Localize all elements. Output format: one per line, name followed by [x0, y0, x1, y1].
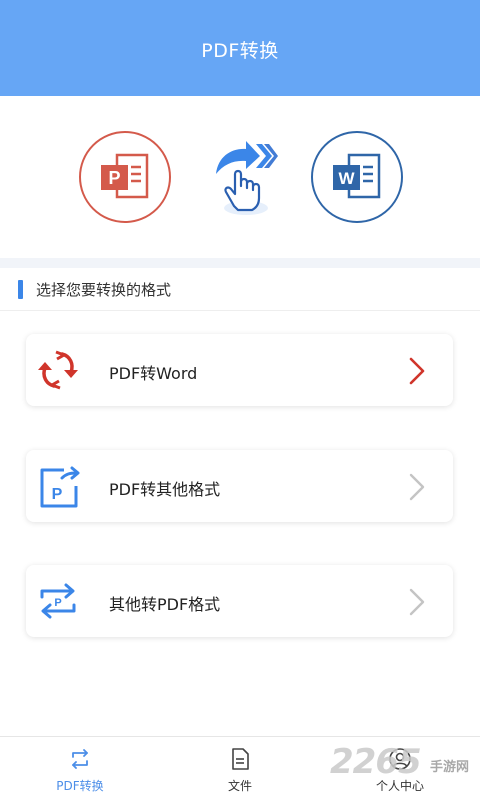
- section-title: 选择您要转换的格式: [36, 281, 172, 299]
- tab-label: PDF转换: [56, 779, 104, 793]
- bottom-tab-bar: PDF转换 文件 个人中心: [0, 736, 480, 801]
- pdf-export-icon: P: [38, 466, 80, 508]
- tap-convert-hand-icon: [206, 136, 278, 220]
- option-label: PDF转其他格式: [109, 480, 221, 499]
- page-title: PDF转换: [201, 39, 279, 62]
- section-divider: [0, 258, 480, 268]
- chevron-right-icon: [407, 472, 427, 502]
- word-letter: W: [338, 169, 355, 188]
- option-other-to-pdf[interactable]: P 其他转PDF格式: [26, 565, 453, 637]
- option-pdf-to-word[interactable]: PDF转Word: [26, 334, 453, 406]
- convert-tab-icon: [68, 747, 92, 771]
- section-header: 选择您要转换的格式: [0, 268, 480, 311]
- hero-banner: P W: [0, 96, 480, 258]
- svg-text:P: P: [52, 486, 63, 503]
- document-icon: [228, 747, 252, 771]
- option-label: 其他转PDF格式: [109, 595, 221, 614]
- tab-label: 文件: [227, 779, 252, 793]
- option-label: PDF转Word: [109, 364, 198, 383]
- tab-profile[interactable]: 个人中心: [340, 737, 460, 801]
- tab-pdf-convert[interactable]: PDF转换: [20, 737, 140, 801]
- refresh-convert-icon: [38, 350, 78, 390]
- powerpoint-icon: P: [79, 131, 171, 223]
- chevron-right-icon: [407, 356, 427, 386]
- app-header: PDF转换: [0, 0, 480, 96]
- option-pdf-to-other[interactable]: P PDF转其他格式: [26, 450, 453, 522]
- tab-label: 个人中心: [375, 779, 424, 793]
- user-icon: [388, 747, 412, 771]
- pdf-swap-icon: P: [38, 581, 78, 621]
- ppt-letter: P: [108, 168, 120, 188]
- chevron-right-icon: [407, 587, 427, 617]
- tab-files[interactable]: 文件: [180, 737, 300, 801]
- word-icon: W: [311, 131, 403, 223]
- svg-text:P: P: [54, 597, 61, 609]
- section-accent-bar: [18, 280, 23, 299]
